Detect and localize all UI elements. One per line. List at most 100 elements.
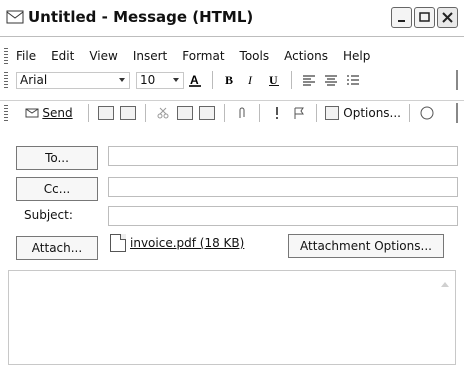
menu-bar: File Edit View Insert Format Tools Actio… (0, 44, 464, 68)
paste-button[interactable] (198, 104, 216, 122)
cut-icon (157, 107, 169, 119)
formatting-toolbar: Arial 10 A B I U (0, 68, 464, 92)
print-icon (120, 106, 136, 120)
send-icon (25, 108, 39, 118)
cc-button-label: Cc... (43, 182, 71, 196)
underline-icon: U (269, 73, 279, 87)
minimize-icon (398, 20, 405, 22)
italic-button[interactable]: I (243, 71, 261, 89)
toolbar-separator (88, 104, 89, 122)
toolbar-separator (291, 71, 292, 89)
bold-button[interactable]: B (221, 71, 239, 89)
minimize-button[interactable] (391, 7, 412, 28)
options-label: Options... (343, 106, 401, 120)
svg-text:U: U (269, 73, 278, 87)
toolbar-overflow-handle[interactable] (456, 70, 464, 90)
font-color-icon: A (189, 73, 201, 87)
cc-button[interactable]: Cc... (16, 177, 98, 201)
underline-button[interactable]: U (265, 71, 283, 89)
maximize-icon (419, 12, 430, 22)
to-field[interactable] (108, 146, 458, 166)
maximize-button[interactable] (414, 7, 435, 28)
cut-button[interactable] (154, 104, 172, 122)
bold-icon: B (225, 73, 233, 87)
italic-icon: I (247, 73, 253, 87)
message-body-editor[interactable] (8, 270, 456, 365)
save-button[interactable] (97, 104, 115, 122)
flag-icon (294, 107, 304, 119)
align-center-icon (325, 75, 337, 86)
window-title: Untitled - Message (HTML) (28, 8, 254, 26)
close-button[interactable] (437, 7, 458, 28)
flag-button[interactable] (290, 104, 308, 122)
center-button[interactable] (322, 71, 340, 89)
font-dropdown[interactable]: Arial (16, 71, 130, 89)
window-controls (391, 7, 458, 28)
font-size-dropdown[interactable]: 10 (136, 71, 184, 89)
copy-button[interactable] (176, 104, 194, 122)
print-button[interactable] (119, 104, 137, 122)
menu-insert[interactable]: Insert (133, 49, 167, 63)
align-left-icon (303, 75, 315, 86)
attach-button-label: Attach... (31, 241, 83, 255)
importance-icon (276, 107, 278, 119)
menu-view[interactable]: View (89, 49, 117, 63)
chevron-down-icon (171, 75, 181, 85)
menu-file[interactable]: File (16, 49, 36, 63)
menu-format[interactable]: Format (182, 49, 224, 63)
attachment-name: invoice.pdf (18 KB) (130, 236, 245, 250)
toolbar-separator (259, 104, 260, 122)
help-button[interactable] (418, 104, 436, 122)
paste-icon (199, 106, 215, 120)
font-size-value: 10 (140, 73, 156, 87)
copy-icon (177, 106, 193, 120)
formatting-toolbar-grip[interactable] (4, 72, 8, 88)
bullets-button[interactable] (344, 71, 362, 89)
subject-field[interactable] (108, 206, 458, 226)
toolbar-overflow-handle[interactable] (456, 103, 464, 123)
menu-tools[interactable]: Tools (240, 49, 270, 63)
paperclip-icon (239, 107, 245, 118)
envelope-icon (6, 10, 24, 24)
toolbar-separator (409, 104, 410, 122)
chevron-down-icon (117, 75, 127, 85)
toolbar-separator (316, 104, 317, 122)
font-dropdown-value: Arial (20, 73, 48, 87)
attachment-options-button[interactable]: Attachment Options... (288, 234, 444, 258)
importance-button[interactable] (268, 104, 286, 122)
close-icon (442, 12, 453, 23)
font-color-button[interactable]: A (186, 71, 204, 89)
options-icon (325, 106, 340, 120)
svg-text:B: B (225, 73, 233, 87)
message-header-form: To... Cc... Subject: Attach... invoice.p… (6, 140, 458, 365)
standard-toolbar-grip[interactable] (4, 105, 8, 121)
svg-text:A: A (190, 73, 199, 87)
attach-button[interactable]: Attach... (16, 236, 98, 260)
attach-file-button[interactable] (233, 104, 251, 122)
bullet-list-icon (347, 75, 359, 85)
save-icon (98, 106, 114, 120)
title-bar: Untitled - Message (HTML) (0, 0, 464, 37)
toolbar-separator (212, 71, 213, 89)
menu-actions[interactable]: Actions (284, 49, 328, 63)
menu-help[interactable]: Help (343, 49, 370, 63)
menu-grip[interactable] (4, 48, 8, 64)
standard-toolbar: Send Options... (0, 100, 464, 125)
align-left-button[interactable] (300, 71, 318, 89)
subject-label: Subject: (24, 208, 73, 222)
attachment-options-label: Attachment Options... (300, 239, 432, 253)
toolbar-separator (224, 104, 225, 122)
send-button[interactable]: Send (18, 104, 80, 122)
toolbar-separator (145, 104, 146, 122)
cc-field[interactable] (108, 177, 458, 197)
send-label: Send (42, 106, 73, 120)
message-window: Untitled - Message (HTML) File Edit View… (0, 0, 464, 365)
svg-text:I: I (247, 73, 253, 87)
help-icon (420, 106, 434, 120)
attachment-item[interactable]: invoice.pdf (18 KB) (110, 234, 244, 252)
options-button[interactable]: Options... (325, 104, 401, 122)
scroll-up-icon[interactable] (441, 280, 449, 288)
menu-edit[interactable]: Edit (51, 49, 74, 63)
to-button[interactable]: To... (16, 146, 98, 170)
pdf-file-icon (110, 234, 126, 252)
